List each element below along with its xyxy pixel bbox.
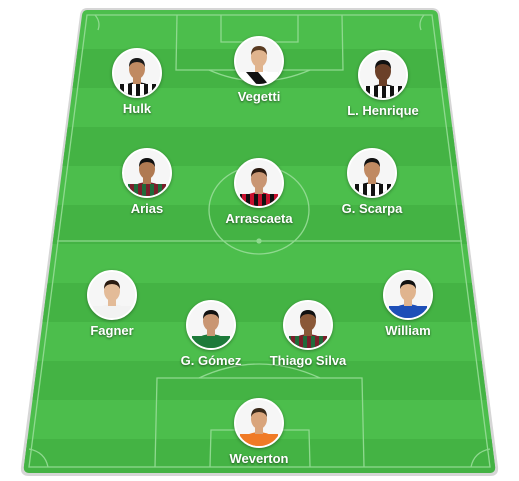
- portrait-graphic: [349, 150, 395, 196]
- player-photo-vegetti: [234, 36, 284, 86]
- portrait-graphic: [188, 302, 234, 348]
- player-card-weverton[interactable]: Weverton: [199, 397, 319, 477]
- player-name: G. Scarpa: [341, 201, 403, 216]
- player-name: Arrascaeta: [225, 211, 293, 226]
- portrait-graphic: [360, 52, 406, 98]
- player-card-hulk[interactable]: Hulk: [77, 47, 197, 127]
- player-photo-arrascaeta: [234, 158, 284, 208]
- portrait-graphic: [285, 302, 331, 348]
- player-photo-hulk: [112, 48, 162, 98]
- player-name: L. Henrique: [347, 103, 419, 118]
- player-photo-arias: [122, 148, 172, 198]
- player-card-arias[interactable]: Arias: [87, 147, 207, 227]
- player-photo-fagner: [87, 270, 137, 320]
- player-photo-weverton: [234, 398, 284, 448]
- portrait-graphic: [89, 272, 135, 318]
- player-card-g-scarpa[interactable]: G. Scarpa: [312, 147, 432, 227]
- player-photo-william: [383, 270, 433, 320]
- player-card-william[interactable]: William: [348, 269, 468, 349]
- player-photo-g-scarpa: [347, 148, 397, 198]
- portrait-graphic: [236, 160, 282, 206]
- portrait-graphic: [124, 150, 170, 196]
- player-card-vegetti[interactable]: Vegetti: [199, 35, 319, 115]
- player-name: Hulk: [122, 101, 152, 116]
- player-photo-g-gomez: [186, 300, 236, 350]
- player-name: William: [385, 323, 431, 338]
- player-name: Thiago Silva: [269, 353, 347, 368]
- portrait-graphic: [385, 272, 431, 318]
- portrait-graphic: [114, 50, 160, 96]
- player-photo-l-henrique: [358, 50, 408, 100]
- player-name: Vegetti: [237, 89, 281, 104]
- lineup-board: Hulk Vegetti L. Henrique Arias Arrascaet…: [0, 0, 519, 481]
- player-card-l-henrique[interactable]: L. Henrique: [323, 49, 443, 129]
- portrait-graphic: [236, 38, 282, 84]
- player-name: Weverton: [229, 451, 289, 466]
- player-card-arrascaeta[interactable]: Arrascaeta: [199, 157, 319, 237]
- portrait-graphic: [236, 400, 282, 446]
- player-name: Arias: [130, 201, 164, 216]
- player-photo-thiago-silva: [283, 300, 333, 350]
